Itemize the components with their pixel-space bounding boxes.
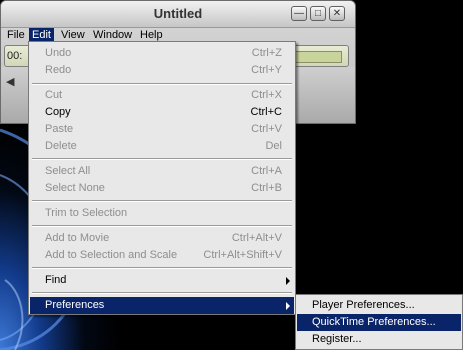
submenu-item-player-preferences[interactable]: Player Preferences... xyxy=(297,297,461,314)
menu-item-find[interactable]: Find xyxy=(30,272,294,289)
minimize-icon: — xyxy=(294,8,304,19)
menu-item-label: Trim to Selection xyxy=(45,207,128,219)
close-button[interactable]: ✕ xyxy=(329,6,345,21)
volume-icon[interactable]: ◀ xyxy=(6,75,14,88)
menu-item-label: QuickTime Preferences... xyxy=(312,316,436,328)
menu-item-label: Register... xyxy=(312,333,362,345)
menu-item-label: Copy xyxy=(45,106,71,118)
menu-separator xyxy=(32,83,292,85)
menu-item-trim-to-selection[interactable]: Trim to Selection xyxy=(30,205,294,222)
preferences-submenu: Player Preferences... QuickTime Preferen… xyxy=(295,294,463,350)
maximize-button[interactable]: □ xyxy=(310,6,326,21)
title-bar[interactable]: Untitled — □ ✕ xyxy=(1,1,355,28)
menu-item-select-all[interactable]: Select All Ctrl+A xyxy=(30,163,294,180)
menu-item-shortcut: Ctrl+Alt+Shift+V xyxy=(203,249,282,261)
menu-item-shortcut: Ctrl+X xyxy=(251,89,282,101)
submenu-arrow-icon xyxy=(286,302,290,310)
menu-item-shortcut: Ctrl+Alt+V xyxy=(231,232,282,244)
menu-item-undo[interactable]: Undo Ctrl+Z xyxy=(30,45,294,62)
menu-item-shortcut: Ctrl+B xyxy=(251,182,282,194)
menu-item-label: Delete xyxy=(45,140,77,152)
menu-file[interactable]: File xyxy=(4,28,28,43)
menu-item-label: Find xyxy=(45,274,67,286)
menu-item-label: Add to Selection and Scale xyxy=(45,249,178,261)
menu-item-shortcut: Ctrl+A xyxy=(251,165,282,177)
menu-item-label: Select All xyxy=(45,165,91,177)
submenu-arrow-icon xyxy=(286,277,290,285)
menu-item-label: Cut xyxy=(45,89,63,101)
menu-item-preferences[interactable]: Preferences xyxy=(30,297,294,314)
menu-separator xyxy=(32,158,292,160)
time-text: 00: xyxy=(7,50,23,62)
edit-menu: Undo Ctrl+Z Redo Ctrl+Y Cut Ctrl+X Copy … xyxy=(28,41,296,315)
menu-item-select-none[interactable]: Select None Ctrl+B xyxy=(30,180,294,197)
submenu-item-quicktime-preferences[interactable]: QuickTime Preferences... xyxy=(297,314,461,331)
menu-item-redo[interactable]: Redo Ctrl+Y xyxy=(30,62,294,79)
menu-item-label: Preferences xyxy=(45,299,105,311)
close-icon: ✕ xyxy=(332,8,342,19)
maximize-icon: □ xyxy=(314,8,322,19)
menu-item-label: Paste xyxy=(45,123,74,135)
menu-item-shortcut: Ctrl+C xyxy=(250,106,282,118)
menu-item-paste[interactable]: Paste Ctrl+V xyxy=(30,121,294,138)
submenu-item-register[interactable]: Register... xyxy=(297,331,461,348)
menu-item-delete[interactable]: Delete Del xyxy=(30,138,294,155)
menu-item-label: Player Preferences... xyxy=(312,299,415,311)
minimize-button[interactable]: — xyxy=(291,6,307,21)
menu-separator xyxy=(32,225,292,227)
menu-item-add-to-movie[interactable]: Add to Movie Ctrl+Alt+V xyxy=(30,230,294,247)
menu-item-copy[interactable]: Copy Ctrl+C xyxy=(30,104,294,121)
menu-item-label: Undo xyxy=(45,47,72,59)
menu-item-label: Add to Movie xyxy=(45,232,110,244)
menu-item-shortcut: Ctrl+Y xyxy=(251,64,282,76)
menu-item-shortcut: Del xyxy=(265,140,282,152)
menu-separator xyxy=(32,292,292,294)
menu-item-shortcut: Ctrl+V xyxy=(251,123,282,135)
menu-separator xyxy=(32,200,292,202)
menu-item-shortcut: Ctrl+Z xyxy=(251,47,282,59)
menu-item-cut[interactable]: Cut Ctrl+X xyxy=(30,87,294,104)
menu-separator xyxy=(32,267,292,269)
menu-item-label: Redo xyxy=(45,64,72,76)
menu-item-label: Select None xyxy=(45,182,105,194)
menu-item-add-to-selection-and-scale[interactable]: Add to Selection and Scale Ctrl+Alt+Shif… xyxy=(30,247,294,264)
